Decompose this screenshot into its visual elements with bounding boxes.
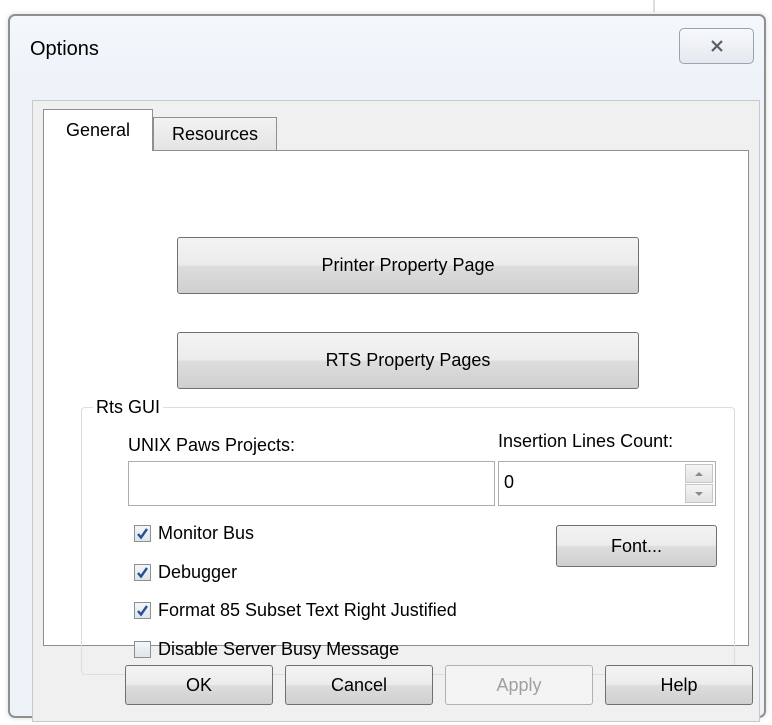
printer-property-page-button[interactable]: Printer Property Page — [177, 237, 639, 294]
unix-paws-projects-input[interactable] — [128, 461, 495, 506]
font-button[interactable]: Font... — [556, 525, 717, 567]
general-tab-panel: Printer Property Page RTS Property Pages… — [43, 150, 749, 675]
options-dialog: Options General Resources Printer Proper… — [8, 14, 766, 722]
tab-resources[interactable]: Resources — [153, 117, 277, 151]
insertion-lines-count-value: 0 — [504, 472, 515, 492]
checkbox-label: Debugger — [158, 561, 238, 582]
tab-label: Resources — [171, 124, 259, 144]
checkbox-box[interactable] — [134, 640, 151, 658]
apply-button[interactable]: Apply — [445, 665, 593, 705]
checkbox-label: Monitor Bus — [158, 522, 255, 543]
disable-server-busy-checkbox[interactable]: Disable Server Busy Message — [134, 637, 399, 661]
unix-paws-projects-label: UNIX Paws Projects: — [128, 435, 296, 455]
checkmark-icon — [137, 566, 148, 578]
checkmark-icon — [137, 604, 148, 616]
spin-down-button[interactable] — [685, 484, 713, 503]
insertion-lines-count-label: Insertion Lines Count: — [498, 431, 674, 451]
checkbox-label: Format 85 Subset Text Right Justified — [158, 599, 457, 620]
dialog-client-area: General Resources Printer Property Page … — [32, 100, 760, 722]
ok-button[interactable]: OK — [125, 665, 273, 705]
spin-up-button[interactable] — [685, 464, 713, 483]
tab-general[interactable]: General — [43, 109, 153, 151]
checkbox-box[interactable] — [134, 563, 151, 581]
group-label: Rts GUI — [93, 397, 164, 418]
monitor-bus-checkbox[interactable]: Monitor Bus — [134, 521, 254, 545]
arrow-down-icon — [695, 491, 703, 496]
help-button[interactable]: Help — [605, 665, 753, 705]
close-icon — [710, 40, 724, 52]
background-divider — [653, 0, 655, 12]
arrow-up-icon — [695, 471, 703, 476]
cancel-button[interactable]: Cancel — [285, 665, 433, 705]
checkbox-box[interactable] — [134, 524, 151, 542]
checkbox-label: Disable Server Busy Message — [158, 638, 400, 659]
checkbox-box[interactable] — [134, 601, 151, 619]
format-85-subset-checkbox[interactable]: Format 85 Subset Text Right Justified — [134, 598, 457, 622]
checkmark-icon — [137, 527, 148, 539]
tab-label: General — [65, 120, 131, 140]
rts-property-pages-button[interactable]: RTS Property Pages — [177, 332, 639, 389]
dialog-title: Options — [30, 38, 99, 60]
close-button[interactable] — [679, 28, 754, 64]
debugger-checkbox[interactable]: Debugger — [134, 560, 237, 584]
insertion-lines-count-spinner[interactable]: 0 — [498, 461, 716, 506]
